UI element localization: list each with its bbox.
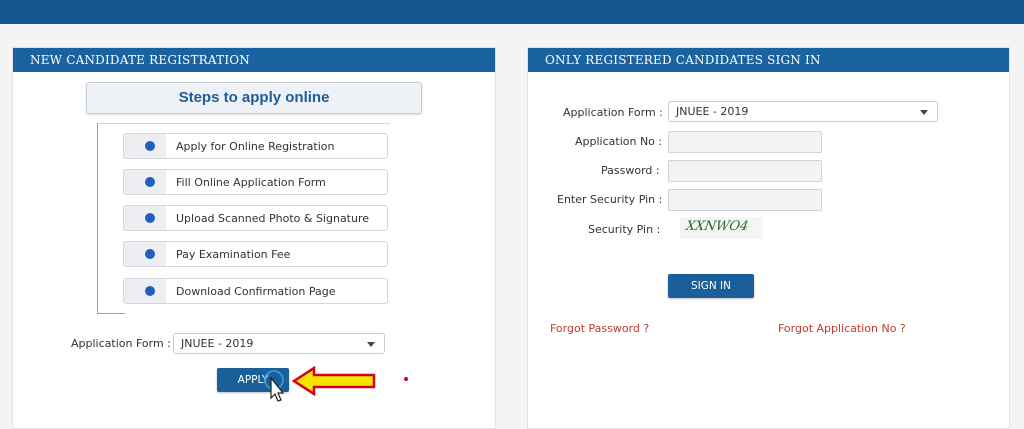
bullet-icon <box>145 213 155 223</box>
enter-security-pin-label: Enter Security Pin : <box>557 193 663 206</box>
signin-application-form-value: JNUEE - 2019 <box>676 105 749 118</box>
step-label: Fill Online Application Form <box>176 176 326 189</box>
bullet-icon <box>145 177 155 187</box>
chevron-down-icon <box>367 342 375 347</box>
password-input[interactable] <box>668 160 822 182</box>
steps-tree-top-line <box>97 123 390 124</box>
reg-application-form-label: Application Form : <box>71 337 171 350</box>
security-pin-input[interactable] <box>668 189 822 211</box>
step-item-download: Download Confirmation Page <box>123 278 388 304</box>
steps-tree-foot <box>97 313 125 314</box>
security-pin-label: Security Pin : <box>588 223 661 236</box>
step-label: Upload Scanned Photo & Signature <box>176 212 370 225</box>
step-label: Download Confirmation Page <box>176 285 336 298</box>
password-label: Password : <box>601 164 660 177</box>
step-item-registration: Apply for Online Registration <box>123 133 388 159</box>
sign-in-button-label: SIGN IN <box>690 280 732 292</box>
step-item-upload: Upload Scanned Photo & Signature <box>123 205 388 231</box>
bullet-icon <box>145 286 155 296</box>
step-label: Pay Examination Fee <box>176 248 291 261</box>
signin-application-form-select[interactable]: JNUEE - 2019 <box>668 101 938 122</box>
decorative-dot <box>404 377 408 381</box>
forgot-password-link[interactable]: Forgot Password ? <box>550 322 649 335</box>
bullet-icon <box>145 141 155 151</box>
captcha-image: XXNWO4 <box>680 217 762 239</box>
bullet-icon <box>145 249 155 259</box>
signin-application-form-label: Application Form : <box>563 106 663 119</box>
sign-in-button[interactable]: SIGN IN <box>668 274 754 298</box>
chevron-down-icon <box>920 110 928 115</box>
step-item-application-form: Fill Online Application Form <box>123 169 388 195</box>
reg-application-form-select[interactable]: JNUEE - 2019 <box>173 333 385 354</box>
pointer-arrow-icon <box>292 366 376 396</box>
steps-tree-line <box>97 123 98 313</box>
registration-panel-header: NEW CANDIDATE REGISTRATION <box>13 48 495 72</box>
signin-panel-header: ONLY REGISTERED CANDIDATES SIGN IN <box>528 48 1009 72</box>
reg-application-form-value: JNUEE - 2019 <box>181 337 254 350</box>
step-item-pay-fee: Pay Examination Fee <box>123 241 388 267</box>
application-no-input[interactable] <box>668 131 822 153</box>
mouse-cursor-icon <box>264 370 285 402</box>
steps-title: Steps to apply online <box>86 82 422 114</box>
captcha-text: XXNWO4 <box>684 219 750 234</box>
step-label: Apply for Online Registration <box>176 140 335 153</box>
forgot-application-no-link[interactable]: Forgot Application No ? <box>778 322 906 335</box>
application-no-label: Application No : <box>575 135 663 148</box>
top-banner <box>0 0 1024 24</box>
